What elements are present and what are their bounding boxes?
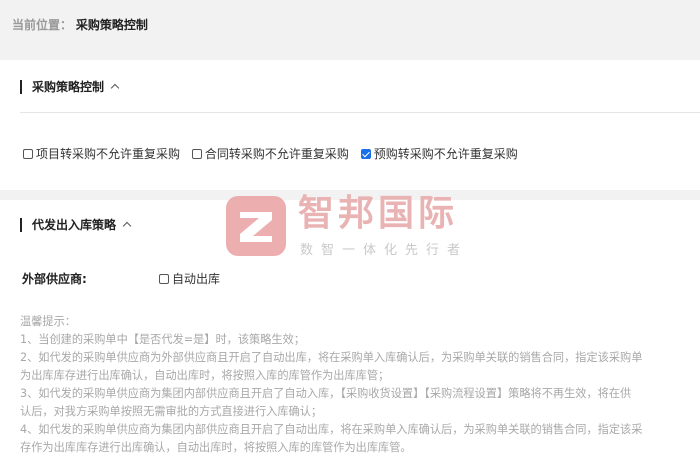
option-prepurchase-no-duplicate[interactable]: 预购转采购不允许重复采购 xyxy=(360,145,518,162)
option-label: 合同转采购不允许重复采购 xyxy=(204,147,349,161)
watermark-logo-icon xyxy=(226,196,286,256)
chevron-up-icon[interactable] xyxy=(110,83,120,93)
section-header-purchase[interactable]: 采购策略控制 xyxy=(20,80,120,94)
option-project-no-duplicate[interactable]: 项目转采购不允许重复采购 xyxy=(23,145,180,162)
purchase-options: 项目转采购不允许重复采购 合同转采购不允许重复采购 预购转采购不允许重复采购 xyxy=(23,145,526,162)
watermark-subtitle: 数智一体化先行者 xyxy=(300,243,469,258)
breadcrumb-current: 采购策略控制 xyxy=(75,18,148,32)
tips-line: 3、如代发的采购单供应商为集团内部供应商且开启了自动入库，【采购收货设置】【采购… xyxy=(20,387,632,400)
breadcrumb-bar: 当前位置： 采购策略控制 xyxy=(0,0,700,60)
breadcrumb-label: 当前位置： xyxy=(12,18,73,32)
tips-line: 存作为出库库存进行出库确认，自动出库时，将按照入库的库管作为出库库管。 xyxy=(20,441,412,454)
tips-line: 2、如代发的采购单供应商为外部供应商且开启了自动出库，将在采购单入库确认后，为采… xyxy=(20,351,643,364)
tips-line: 4、如代发的采购单供应商为集团内部供应商且开启了自动出库，将在采购单入库确认后，… xyxy=(20,423,643,436)
option-label: 自动出库 xyxy=(172,272,221,286)
auto-outbound-row: 自动出库 xyxy=(159,270,228,287)
checkbox-checked[interactable] xyxy=(360,148,371,159)
option-label: 项目转采购不允许重复采购 xyxy=(36,147,181,161)
tips: 温馨提示： 1、当创建的采购单中【是否代发=是】时，该策略生效； 2、如代发的采… xyxy=(20,313,642,455)
external-supplier-label: 外部供应商: xyxy=(22,272,87,286)
checkbox[interactable] xyxy=(159,273,169,284)
chevron-up-icon[interactable] xyxy=(122,221,132,231)
checkbox[interactable] xyxy=(191,148,202,159)
option-contract-no-duplicate[interactable]: 合同转采购不允许重复采购 xyxy=(191,145,349,162)
checkbox[interactable] xyxy=(23,148,33,159)
section-title-dropship: 代发出入库策略 xyxy=(32,218,117,232)
watermark-title: 智邦国际 xyxy=(298,193,459,234)
tips-line: 1、当创建的采购单中【是否代发=是】时，该策略生效； xyxy=(20,333,305,346)
option-label: 预购转采购不允许重复采购 xyxy=(373,147,518,161)
tips-line: 为出库库存进行出库确认，自动出库时，将按照入库的库管作为出库库管； xyxy=(20,369,390,382)
auto-outbound-option[interactable]: 自动出库 xyxy=(159,270,220,287)
section-title-purchase: 采购策略控制 xyxy=(32,80,105,94)
breadcrumb: 当前位置： 采购策略控制 xyxy=(12,16,148,33)
tips-heading: 温馨提示： xyxy=(20,315,76,328)
section-divider xyxy=(20,112,700,113)
section-header-dropship[interactable]: 代发出入库策略 xyxy=(20,218,132,232)
tips-line: 认后，对我方采购单按照无需审批的方式直接进行入库确认； xyxy=(20,405,323,418)
